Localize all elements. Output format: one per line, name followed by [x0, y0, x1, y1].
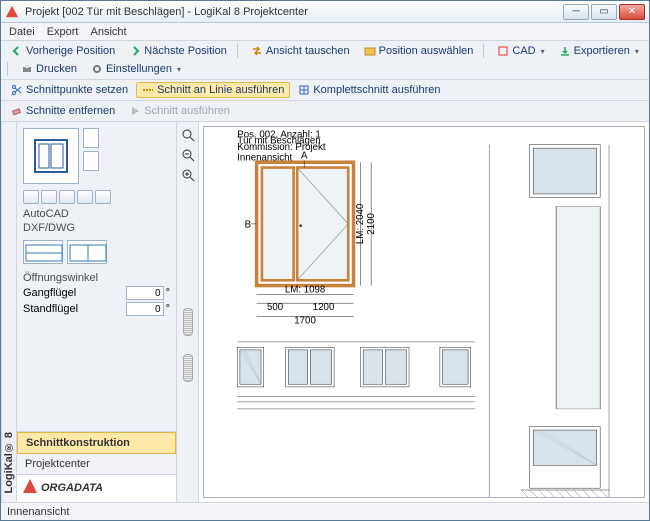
complete-cut-icon — [298, 84, 310, 96]
gang-label: Gangflügel — [23, 287, 76, 299]
side-panel-content: AutoCAD DXF/DWG Öffnungswinkel Gangflüge… — [17, 122, 176, 431]
eraser-icon — [11, 105, 23, 117]
window-title: Projekt [002 Tür mit Beschlägen] - LogiK… — [25, 6, 563, 18]
menu-export[interactable]: Export — [47, 26, 79, 38]
complete-cut-button[interactable]: Komplettschnitt ausführen — [292, 82, 446, 98]
format-label: DXF/DWG — [23, 222, 170, 234]
orgadata-logo: ORGADATA — [23, 479, 133, 495]
profile-thumb-1[interactable] — [83, 128, 99, 148]
print-button[interactable]: Drucken — [15, 61, 83, 77]
zoom-gutter — [177, 122, 199, 502]
cad-icon — [497, 45, 509, 57]
settings-button[interactable]: Einstellungen▾ — [85, 61, 187, 77]
run-cut-button: Schnitt ausführen — [123, 103, 236, 119]
stand-label: Standflügel — [23, 303, 78, 315]
zoom-out-icon[interactable] — [181, 148, 195, 162]
svg-text:2100: 2100 — [366, 213, 377, 235]
gang-unit: ° — [166, 287, 170, 299]
close-button[interactable]: ✕ — [619, 4, 645, 20]
set-cutpoints-button[interactable]: Schnittpunkte setzen — [5, 82, 134, 98]
stand-unit: ° — [166, 303, 170, 315]
menu-datei[interactable]: Datei — [9, 26, 35, 38]
profile-thumb-2[interactable] — [83, 151, 99, 171]
svg-text:1200: 1200 — [313, 302, 335, 313]
view-option-4[interactable] — [77, 190, 93, 204]
view-option-3[interactable] — [59, 190, 75, 204]
next-position-button[interactable]: Nächste Position — [123, 43, 233, 59]
svg-text:A: A — [301, 151, 308, 162]
section-thumb-1[interactable] — [23, 240, 63, 264]
view-option-2[interactable] — [41, 190, 57, 204]
tab-schnittkonstruktion[interactable]: Schnittkonstruktion — [17, 432, 176, 454]
brand-bar: ORGADATA — [17, 475, 176, 502]
zoom-in-icon[interactable] — [181, 168, 195, 182]
view-option-1[interactable] — [23, 190, 39, 204]
position-thumbnail[interactable] — [23, 128, 79, 184]
app-window: Projekt [002 Tür mit Beschlägen] - LogiK… — [0, 0, 650, 521]
splitter-handle-top[interactable] — [183, 308, 193, 336]
svg-text:B: B — [245, 219, 251, 230]
remove-cuts-button[interactable]: Schnitte entfernen — [5, 103, 121, 119]
section-thumb-2[interactable] — [67, 240, 107, 264]
cut-on-line-button[interactable]: Schnitt an Linie ausführen — [136, 82, 290, 98]
main-body: LogiKal® 8 — [1, 122, 649, 502]
arrow-left-icon — [11, 45, 23, 57]
print-icon — [21, 63, 33, 75]
side-panel: AutoCAD DXF/DWG Öffnungswinkel Gangflüge… — [17, 122, 177, 502]
cad-button[interactable]: CAD▾ — [491, 43, 550, 59]
scissors-icon — [11, 84, 23, 96]
drawing-canvas[interactable]: Pos. 002, Anzahl: 1 Tür mit Beschlägen K… — [203, 126, 645, 498]
swap-view-button[interactable]: Ansicht tauschen — [245, 43, 356, 59]
view-option-5[interactable] — [95, 190, 111, 204]
run-icon — [129, 105, 141, 117]
stand-input[interactable] — [126, 302, 164, 316]
toolbar-row-3: Schnitte entfernen Schnitt ausführen — [1, 101, 649, 122]
splitter-handle-bottom[interactable] — [183, 354, 193, 382]
toolbar-row-2: Schnittpunkte setzen Schnitt an Linie au… — [1, 80, 649, 101]
angle-header: Öffnungswinkel — [23, 272, 170, 284]
status-bar: Innenansicht — [1, 502, 649, 520]
status-text: Innenansicht — [7, 506, 69, 518]
canvas-area: Pos. 002, Anzahl: 1 Tür mit Beschlägen K… — [199, 122, 649, 502]
prev-position-button[interactable]: Vorherige Position — [5, 43, 121, 59]
cad-label: AutoCAD — [23, 208, 170, 220]
vertical-tab[interactable]: LogiKal® 8 — [1, 122, 17, 502]
select-position-button[interactable]: Position auswählen — [358, 43, 480, 59]
title-bar: Projekt [002 Tür mit Beschlägen] - LogiK… — [1, 1, 649, 23]
maximize-button[interactable]: ▭ — [591, 4, 617, 20]
cut-line-icon — [142, 84, 154, 96]
gear-icon — [91, 63, 103, 75]
technical-drawing: Pos. 002, Anzahl: 1 Tür mit Beschlägen K… — [204, 127, 644, 497]
toolbar-row-1: Vorherige Position Nächste Position Ansi… — [1, 41, 649, 80]
side-panel-tabs: Schnittkonstruktion Projektcenter ORGADA… — [17, 431, 176, 502]
svg-text:500: 500 — [267, 302, 284, 313]
swap-icon — [251, 45, 263, 57]
export-button[interactable]: Exportieren▾ — [553, 43, 645, 59]
svg-text:LM: 1098: LM: 1098 — [285, 285, 325, 296]
svg-text:Kommission: Projekt: Kommission: Projekt — [237, 142, 326, 153]
gang-input[interactable] — [126, 286, 164, 300]
zoom-fit-icon[interactable] — [181, 128, 195, 142]
vertical-tab-label: LogiKal® 8 — [3, 424, 15, 502]
menu-bar: Datei Export Ansicht — [1, 23, 649, 41]
export-icon — [559, 45, 571, 57]
svg-text:1700: 1700 — [294, 315, 316, 326]
tab-projektcenter[interactable]: Projektcenter — [17, 454, 176, 475]
minimize-button[interactable]: ─ — [563, 4, 589, 20]
folder-icon — [364, 45, 376, 57]
svg-text:ORGADATA: ORGADATA — [41, 482, 103, 494]
arrow-right-icon — [129, 45, 141, 57]
window-buttons: ─ ▭ ✕ — [563, 4, 645, 20]
menu-ansicht[interactable]: Ansicht — [90, 26, 126, 38]
svg-text:LM: 2040: LM: 2040 — [355, 203, 366, 244]
app-icon — [5, 5, 19, 19]
